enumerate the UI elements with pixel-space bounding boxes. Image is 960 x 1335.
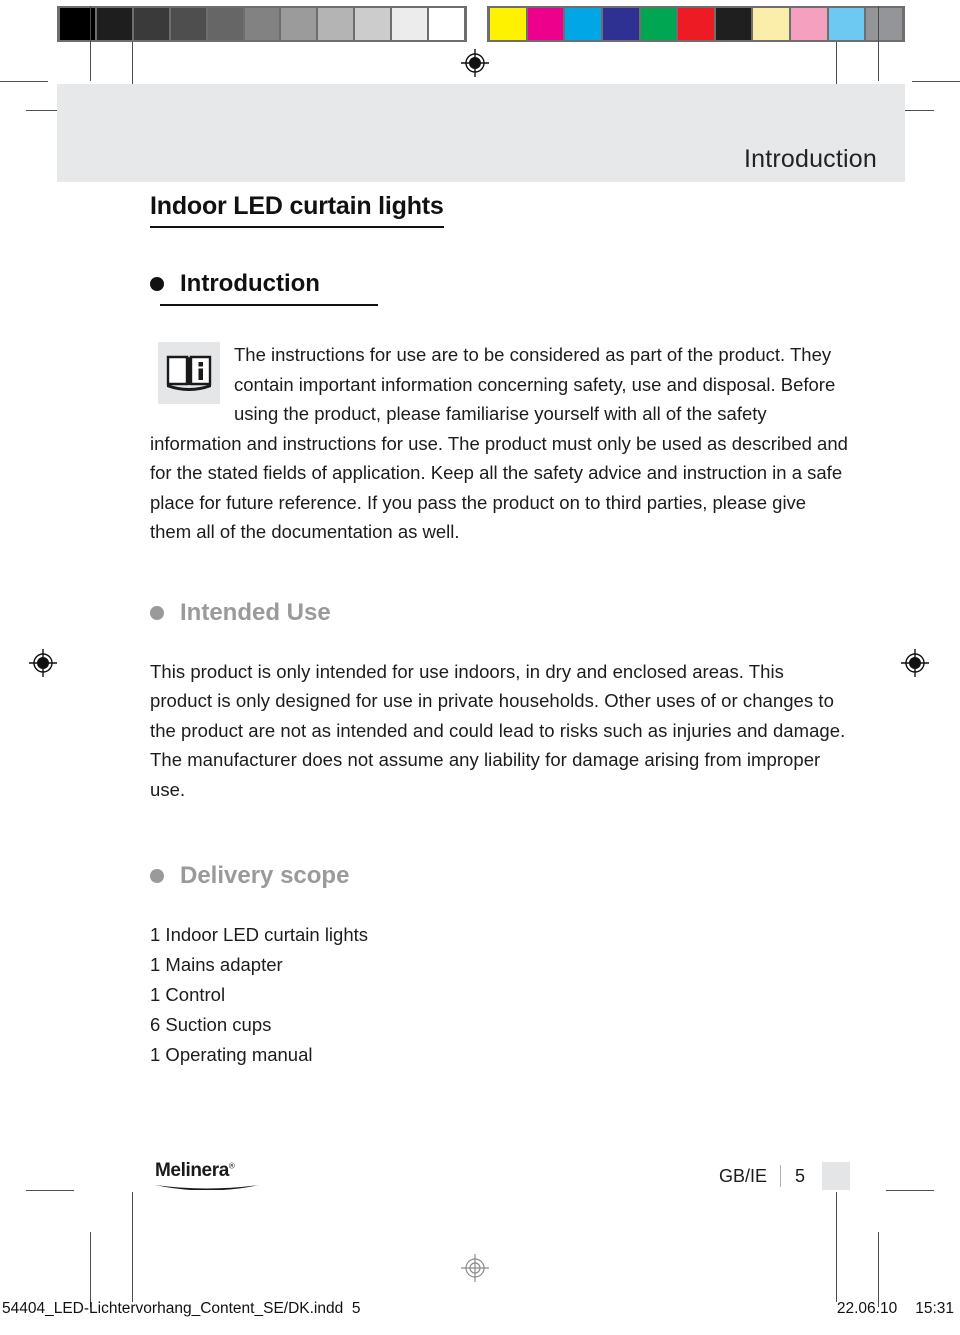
list-item: 1 Operating manual	[150, 1044, 313, 1065]
calibration-swatch-5	[678, 8, 714, 40]
footer-page-info: GB/IE 5	[719, 1162, 850, 1190]
introduction-body: The instructions for use are to be consi…	[150, 340, 850, 547]
calibration-swatch-3	[170, 8, 206, 40]
calibration-swatch-3	[602, 8, 639, 40]
page-header-band: Introduction	[57, 84, 905, 182]
calibration-swatch-9	[392, 8, 428, 40]
crop-mark-bottom-left-outer	[90, 1232, 91, 1307]
calibration-swatch-1	[96, 8, 132, 40]
brand-logo: Melinera®	[155, 1160, 265, 1190]
section-delivery-scope: Delivery scope 1 Indoor LED curtain ligh…	[150, 862, 850, 1070]
crop-mark-top-right-outer	[878, 6, 879, 81]
introduction-text: The instructions for use are to be consi…	[150, 344, 848, 542]
section-intended-use: Intended Use This product is only intend…	[150, 599, 850, 805]
heading-introduction-label: Introduction	[180, 270, 320, 297]
heading-delivery-scope: Delivery scope	[150, 862, 850, 890]
registration-mark-left-icon	[28, 648, 58, 678]
list-item: 6 Suction cups	[150, 1014, 272, 1035]
brand-swoosh-icon	[155, 1181, 259, 1190]
calibration-swatch-5	[244, 8, 280, 40]
heading-introduction-rule	[160, 304, 378, 306]
registered-trademark-icon: ®	[228, 1161, 235, 1171]
calibration-swatch-8	[791, 8, 827, 40]
calibration-swatch-6	[281, 8, 317, 40]
crop-mark-right-bottom-h	[886, 1190, 934, 1191]
calibration-swatch-10	[429, 8, 464, 40]
crop-mark-top-left-outer	[90, 6, 91, 81]
heading-delivery-scope-label: Delivery scope	[180, 862, 350, 889]
calibration-swatch-6	[715, 8, 752, 40]
intended-use-text: This product is only intended for use in…	[150, 660, 846, 800]
heading-intended-use: Intended Use	[150, 599, 850, 627]
slug-filename-text: 54404_LED-Lichtervorhang_Content_SE/DK.i…	[2, 1300, 344, 1317]
registration-mark-top-icon	[460, 48, 490, 78]
list-item: 1 Control	[150, 984, 226, 1005]
footer-color-block	[822, 1162, 850, 1190]
slug-timestamp: 22.06.10 15:31	[837, 1300, 954, 1318]
calibration-swatch-4	[640, 8, 677, 40]
crop-mark-bottom-right-inner	[836, 1192, 837, 1302]
page-number: 5	[794, 1165, 805, 1186]
bullet-icon	[150, 277, 164, 291]
calibration-swatch-8	[355, 8, 391, 40]
calibration-swatch-7	[753, 8, 790, 40]
calibration-swatch-9	[828, 8, 865, 40]
calibration-swatch-1	[527, 8, 564, 40]
calibration-swatch-2	[565, 8, 601, 40]
page-title: Indoor LED curtain lights	[150, 192, 444, 228]
page-content: Indoor LED curtain lights Introduction T…	[150, 192, 850, 1070]
crop-mark-left-top-h	[0, 81, 48, 82]
list-item: 1 Indoor LED curtain lights	[150, 924, 369, 945]
crop-mark-bottom-left-inner	[132, 1192, 133, 1302]
bullet-icon	[150, 869, 164, 883]
page-footer: Melinera® GB/IE 5	[150, 1160, 850, 1200]
slug-file-page: 5	[351, 1300, 361, 1317]
calibration-swatch-7	[318, 8, 354, 40]
registration-mark-right-icon	[900, 648, 930, 678]
list-item: 1 Mains adapter	[150, 954, 283, 975]
running-head: Introduction	[743, 145, 877, 173]
heading-introduction: Introduction	[150, 270, 850, 298]
color-calibration-bar	[487, 6, 905, 42]
slug-time: 15:31	[915, 1300, 954, 1317]
bullet-icon	[150, 605, 164, 620]
section-introduction: Introduction The instructions for use ar…	[150, 270, 850, 547]
brand-name: Melinera®	[155, 1160, 235, 1182]
brand-name-text: Melinera	[155, 1160, 229, 1181]
calibration-swatch-2	[133, 8, 169, 40]
crop-mark-right-top-h	[912, 81, 960, 82]
calibration-swatch-10	[866, 8, 903, 40]
slug-filename: 54404_LED-Lichtervorhang_Content_SE/DK.i…	[2, 1300, 360, 1318]
crop-mark-left-bottom-h	[26, 1190, 74, 1191]
calibration-swatch-4	[207, 8, 243, 40]
info-book-icon	[158, 342, 220, 404]
delivery-scope-list: 1 Indoor LED curtain lights 1 Mains adap…	[150, 920, 850, 1070]
crop-mark-bottom-right-outer	[878, 1232, 879, 1307]
registration-mark-bottom-icon	[460, 1253, 490, 1283]
slug-date: 22.06.10	[836, 1300, 898, 1317]
grayscale-calibration-bar	[57, 6, 467, 42]
calibration-swatch-0	[490, 8, 526, 40]
footer-language-label: GB/IE	[718, 1165, 767, 1186]
heading-intended-use-label: Intended Use	[180, 598, 331, 626]
